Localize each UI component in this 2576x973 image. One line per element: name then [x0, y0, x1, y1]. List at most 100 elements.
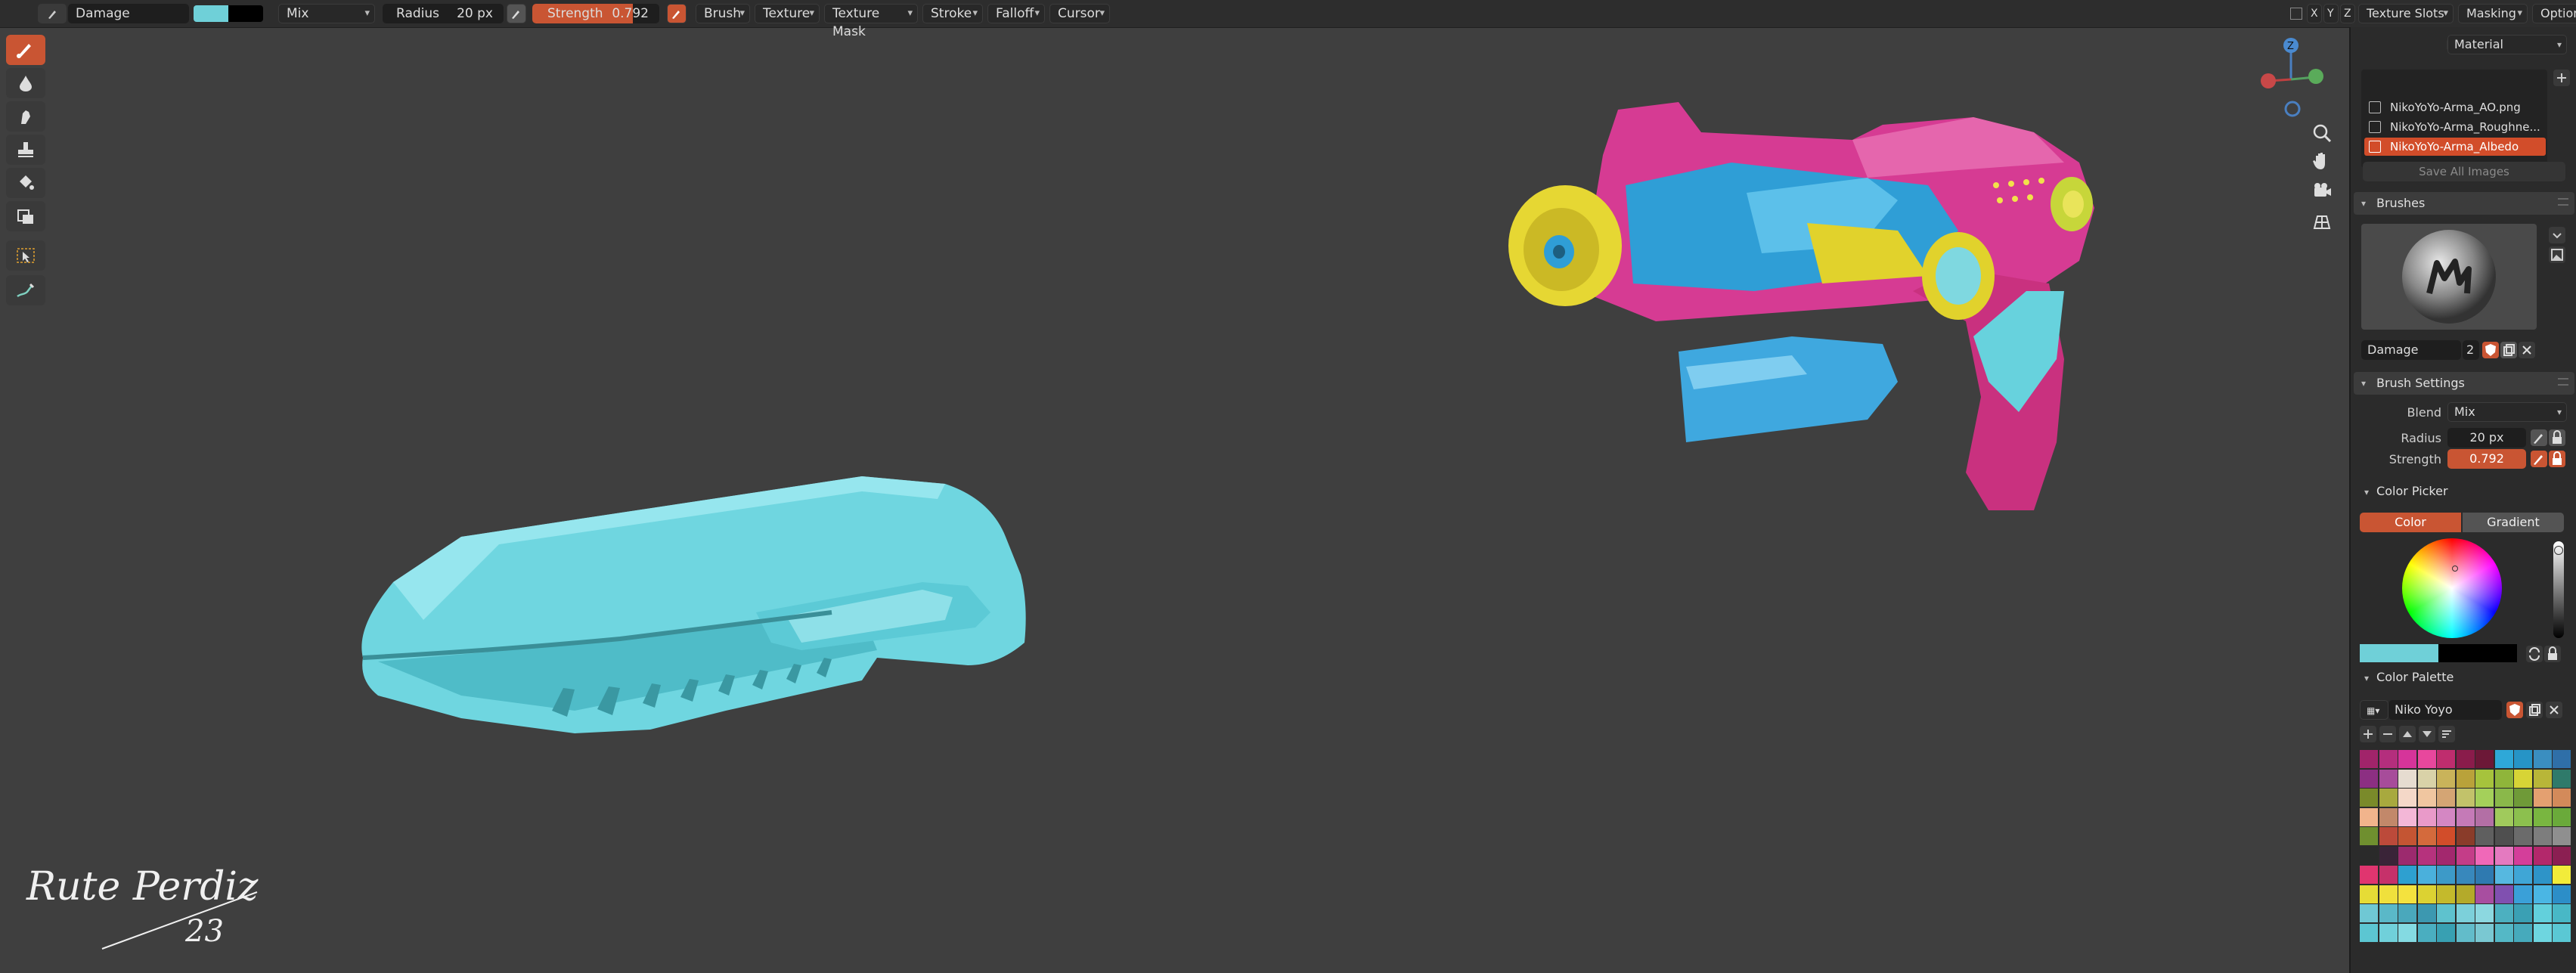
- palette-swatch[interactable]: [2398, 885, 2416, 903]
- palette-swatch[interactable]: [2475, 904, 2494, 922]
- palette-swatch[interactable]: [2475, 750, 2494, 768]
- palette-swatch[interactable]: [2533, 923, 2552, 942]
- palette-swatch[interactable]: [2553, 923, 2571, 942]
- palette-swatch[interactable]: [2514, 846, 2532, 865]
- palette-swatch[interactable]: [2360, 885, 2378, 903]
- options-dropdown[interactable]: Options: [2532, 4, 2576, 23]
- palette-swatch[interactable]: [2360, 827, 2378, 845]
- palette-swatch[interactable]: [2533, 807, 2552, 826]
- menu-texture[interactable]: Texture ▾: [755, 4, 820, 23]
- palette-swatch[interactable]: [2494, 750, 2513, 768]
- palette-swatch[interactable]: [2360, 807, 2378, 826]
- brush-preview[interactable]: [2361, 224, 2537, 330]
- palette-swatch[interactable]: [2553, 885, 2571, 903]
- palette-swatch[interactable]: [2475, 923, 2494, 942]
- palette-swatch[interactable]: [2360, 750, 2378, 768]
- tool-smear[interactable]: [6, 101, 45, 132]
- tool-annotate[interactable]: [6, 275, 45, 305]
- strength-field[interactable]: Strength 0.792: [532, 4, 659, 23]
- palette-swatch[interactable]: [2437, 923, 2455, 942]
- palette-swatch[interactable]: [2437, 904, 2455, 922]
- radius-field[interactable]: 20 px: [2447, 428, 2526, 448]
- strength-field[interactable]: 0.792: [2447, 449, 2526, 469]
- palette-swatch[interactable]: [2398, 866, 2416, 884]
- palette-swatch[interactable]: [2379, 904, 2398, 922]
- palette-swatch[interactable]: [2494, 904, 2513, 922]
- radius-unit-toggle[interactable]: [2549, 429, 2565, 446]
- gizmo-x-axis[interactable]: [2261, 73, 2276, 88]
- palette-swatch[interactable]: [2475, 789, 2494, 807]
- menu-brush[interactable]: Brush ▾: [696, 4, 750, 23]
- palette-swatch[interactable]: [2475, 827, 2494, 845]
- palette-swatch[interactable]: [2456, 885, 2475, 903]
- perspective-toggle-button[interactable]: [2308, 209, 2336, 236]
- brush-users-count[interactable]: 2: [2463, 340, 2479, 360]
- fake-user-button[interactable]: [2482, 342, 2499, 358]
- palette-swatch[interactable]: [2514, 904, 2532, 922]
- save-all-images-button[interactable]: Save All Images: [2363, 162, 2565, 181]
- palette-swatch[interactable]: [2437, 846, 2455, 865]
- palette-swatch[interactable]: [2514, 923, 2532, 942]
- palette-swatch[interactable]: [2514, 827, 2532, 845]
- palette-swatch[interactable]: [2514, 866, 2532, 884]
- color-lock-button[interactable]: [2544, 646, 2561, 662]
- camera-button[interactable]: [2308, 178, 2336, 206]
- palette-swatch[interactable]: [2417, 923, 2436, 942]
- palette-swatch[interactable]: [2417, 866, 2436, 884]
- palette-swatch[interactable]: [2437, 866, 2455, 884]
- palette-swatch[interactable]: [2398, 807, 2416, 826]
- palette-swatch[interactable]: [2360, 866, 2378, 884]
- radius-pressure-toggle[interactable]: [2531, 429, 2547, 446]
- palette-swatch[interactable]: [2514, 807, 2532, 826]
- radius-field[interactable]: Radius 20 px: [383, 4, 504, 23]
- brush-name-field[interactable]: Damage: [2361, 340, 2461, 360]
- radius-pressure-toggle[interactable]: [507, 4, 526, 23]
- palette-swatch[interactable]: [2360, 923, 2378, 942]
- palette-swatch[interactable]: [2494, 923, 2513, 942]
- value-slider-handle[interactable]: [2554, 546, 2563, 555]
- palette-swatch[interactable]: [2533, 789, 2552, 807]
- palette-swatch[interactable]: [2514, 769, 2532, 788]
- swap-colors-button[interactable]: [2526, 646, 2543, 662]
- gizmo-neg-z[interactable]: [2284, 101, 2301, 117]
- gizmo-y-axis[interactable]: [2308, 69, 2323, 84]
- palette-swatch[interactable]: [2494, 827, 2513, 845]
- texture-slot-ao[interactable]: NikoYoYo-Arma_AO.png: [2364, 98, 2546, 116]
- palette-swatch[interactable]: [2494, 769, 2513, 788]
- axis-x-toggle[interactable]: X: [2307, 4, 2322, 23]
- secondary-color-swatch[interactable]: [228, 5, 263, 22]
- texture-slot-roughness[interactable]: NikoYoYo-Arma_Roughne...: [2364, 118, 2546, 136]
- palette-move-up-button[interactable]: [2399, 726, 2416, 742]
- brush-settings-panel-header[interactable]: ▾ Brush Settings: [2354, 372, 2574, 395]
- palette-swatch[interactable]: [2398, 750, 2416, 768]
- drag-grip-icon[interactable]: [2558, 198, 2568, 206]
- palette-swatch[interactable]: [2494, 885, 2513, 903]
- palette-swatch[interactable]: [2553, 769, 2571, 788]
- palette-swatch[interactable]: [2360, 904, 2378, 922]
- palette-swatch[interactable]: [2379, 885, 2398, 903]
- drag-grip-icon[interactable]: [2558, 378, 2568, 386]
- palette-swatch[interactable]: [2437, 807, 2455, 826]
- palette-swatch[interactable]: [2456, 923, 2475, 942]
- palette-swatch[interactable]: [2437, 827, 2455, 845]
- palette-remove-color-button[interactable]: [2379, 726, 2396, 742]
- palette-swatch[interactable]: [2417, 904, 2436, 922]
- masking-dropdown[interactable]: Masking ▾: [2458, 4, 2528, 23]
- brush-image-button[interactable]: [2549, 246, 2565, 263]
- tool-soften[interactable]: [6, 68, 45, 98]
- pan-button[interactable]: [2308, 148, 2336, 175]
- palette-swatch[interactable]: [2398, 789, 2416, 807]
- palette-swatch[interactable]: [2533, 885, 2552, 903]
- palette-swatch[interactable]: [2456, 827, 2475, 845]
- palette-swatch[interactable]: [2456, 807, 2475, 826]
- palette-swatch[interactable]: [2360, 846, 2378, 865]
- palette-swatch[interactable]: [2437, 789, 2455, 807]
- palette-swatch[interactable]: [2475, 885, 2494, 903]
- palette-swatch[interactable]: [2533, 769, 2552, 788]
- palette-swatch[interactable]: [2417, 750, 2436, 768]
- palette-swatch[interactable]: [2379, 923, 2398, 942]
- palette-swatch[interactable]: [2553, 866, 2571, 884]
- blend-dropdown[interactable]: Mix ▾: [2447, 402, 2567, 422]
- palette-swatch[interactable]: [2437, 750, 2455, 768]
- palette-swatch[interactable]: [2379, 866, 2398, 884]
